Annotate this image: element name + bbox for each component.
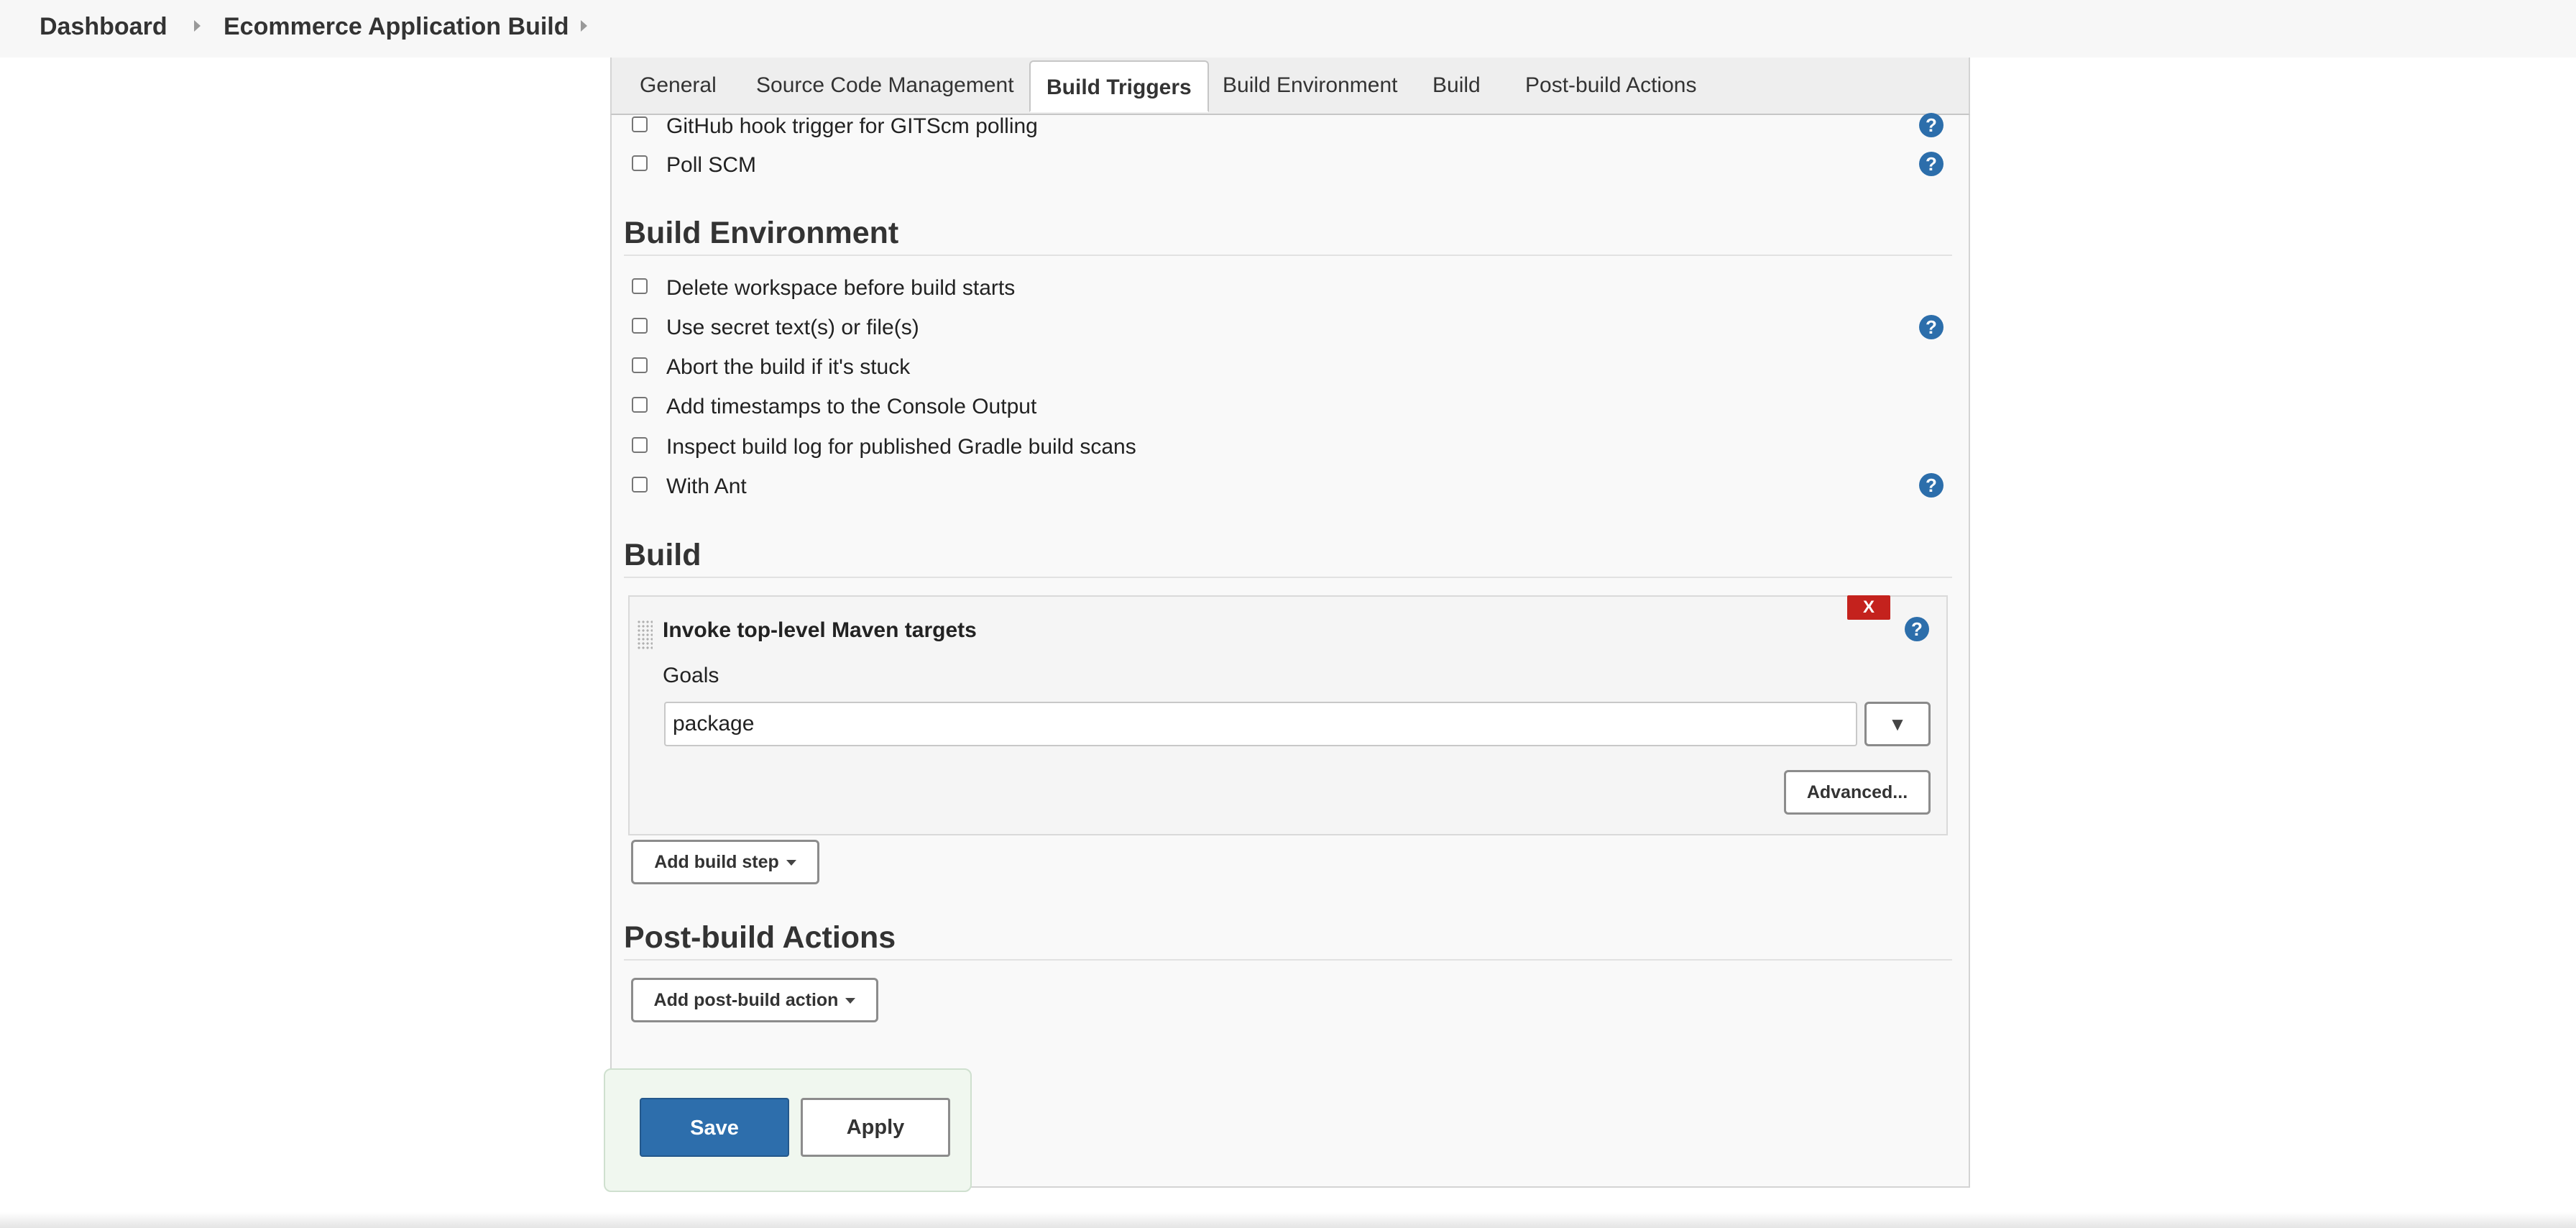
- trigger-github-hook-row: GitHub hook trigger for GITScm polling: [632, 112, 1038, 141]
- breadcrumb-dashboard[interactable]: Dashboard: [40, 13, 167, 41]
- build-step-title: Invoke top-level Maven targets: [663, 618, 977, 642]
- tab-post-build-actions[interactable]: Post-build Actions: [1525, 73, 1696, 98]
- delete-step-button[interactable]: X: [1847, 595, 1890, 620]
- tab-build-triggers[interactable]: Build Triggers: [1029, 60, 1209, 112]
- expand-textarea-button[interactable]: ▼: [1864, 702, 1931, 746]
- timestamps-label: Add timestamps to the Console Output: [666, 395, 1037, 418]
- github-hook-checkbox[interactable]: [632, 116, 648, 132]
- section-divider: [624, 959, 1952, 961]
- tab-general[interactable]: General: [640, 73, 717, 98]
- with-ant-label: With Ant: [666, 475, 747, 498]
- advanced-button[interactable]: Advanced...: [1784, 770, 1931, 815]
- trigger-poll-scm-row: Poll SCM: [632, 151, 756, 180]
- caret-down-icon: [845, 998, 856, 1004]
- gradle-scans-checkbox[interactable]: [632, 437, 648, 453]
- env-option-row: Delete workspace before build starts: [632, 274, 1015, 303]
- poll-scm-checkbox[interactable]: [632, 155, 648, 171]
- caret-down-icon: [786, 860, 796, 866]
- help-icon[interactable]: ?: [1919, 152, 1944, 176]
- secret-files-checkbox[interactable]: [632, 318, 648, 334]
- section-divider: [624, 577, 1952, 578]
- delete-workspace-label: Delete workspace before build starts: [666, 276, 1016, 300]
- top-header: Dashboard Ecommerce Application Build: [0, 0, 2576, 58]
- help-icon[interactable]: ?: [1919, 315, 1944, 339]
- gradle-scans-label: Inspect build log for published Gradle b…: [666, 435, 1136, 459]
- breadcrumb-chevron-icon[interactable]: [581, 20, 587, 32]
- env-option-row: Use secret text(s) or file(s): [632, 313, 919, 342]
- abort-stuck-label: Abort the build if it's stuck: [666, 355, 911, 379]
- timestamps-checkbox[interactable]: [632, 397, 648, 413]
- breadcrumb-separator-icon: [194, 20, 201, 32]
- with-ant-checkbox[interactable]: [632, 477, 648, 492]
- secret-files-label: Use secret text(s) or file(s): [666, 316, 919, 339]
- drag-handle-icon[interactable]: [637, 620, 653, 650]
- add-post-build-action-button[interactable]: Add post-build action: [631, 978, 878, 1022]
- env-option-row: Add timestamps to the Console Output: [632, 393, 1036, 421]
- goals-input[interactable]: [664, 702, 1857, 746]
- poll-scm-label: Poll SCM: [666, 153, 757, 177]
- env-option-row: With Ant: [632, 472, 747, 501]
- section-title-build: Build: [624, 538, 702, 572]
- add-post-build-action-label: Add post-build action: [653, 990, 839, 1010]
- bottom-fade: [0, 1212, 2576, 1228]
- goals-label: Goals: [663, 664, 719, 687]
- breadcrumb-job[interactable]: Ecommerce Application Build: [224, 13, 569, 41]
- help-icon[interactable]: ?: [1905, 617, 1929, 641]
- add-build-step-button[interactable]: Add build step: [631, 840, 819, 884]
- section-title-post-build: Post-build Actions: [624, 920, 896, 955]
- github-hook-label: GitHub hook trigger for GITScm polling: [666, 114, 1038, 138]
- section-divider: [624, 255, 1952, 256]
- tab-build-environment[interactable]: Build Environment: [1223, 73, 1397, 98]
- apply-button[interactable]: Apply: [801, 1098, 950, 1157]
- tab-source-code-management[interactable]: Source Code Management: [756, 73, 1014, 98]
- env-option-row: Abort the build if it's stuck: [632, 353, 910, 382]
- save-button[interactable]: Save: [640, 1098, 789, 1157]
- env-option-row: Inspect build log for published Gradle b…: [632, 433, 1136, 462]
- section-title-build-environment: Build Environment: [624, 216, 899, 250]
- tab-build[interactable]: Build: [1432, 73, 1481, 98]
- help-icon[interactable]: ?: [1919, 113, 1944, 137]
- help-icon[interactable]: ?: [1919, 473, 1944, 498]
- add-build-step-label: Add build step: [654, 852, 779, 872]
- delete-workspace-checkbox[interactable]: [632, 278, 648, 294]
- abort-stuck-checkbox[interactable]: [632, 357, 648, 373]
